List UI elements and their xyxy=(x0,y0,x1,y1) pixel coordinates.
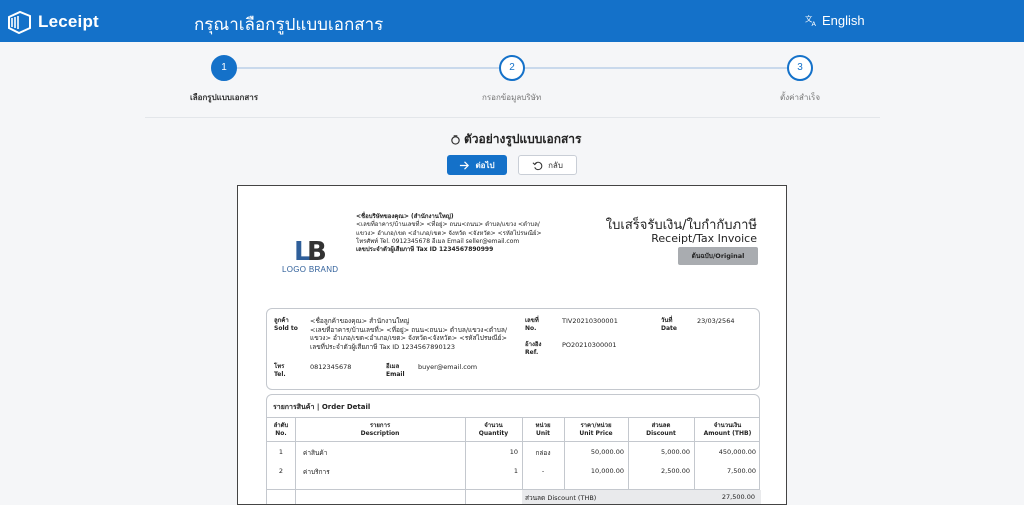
order-detail-table: รายการสินค้า | Order Detail ลำดับ No. ราย… xyxy=(266,394,761,504)
original-badge: ต้นฉบับ/Original xyxy=(678,247,758,265)
stepper-connector xyxy=(525,67,787,69)
divider xyxy=(145,117,880,118)
arrow-right-icon xyxy=(460,160,470,170)
brand-text: LOGO BRAND xyxy=(282,265,339,274)
header-amount: จำนวนเงิน Amount (THB) xyxy=(703,422,752,437)
step-3-label: ตั้งค่าสำเร็จ xyxy=(780,93,821,102)
sold-to-label: ลูกค้า Sold to xyxy=(274,317,298,332)
document-preview: L B LOGO BRAND <ชื่อบริษัทของคุณ> (สำนัก… xyxy=(237,185,787,505)
undo-icon xyxy=(532,161,543,170)
step-2-label: กรอกข้อมูลบริษัท xyxy=(482,93,542,102)
doc-date: 23/03/2564 xyxy=(697,317,735,325)
cell-amount: 450,000.00 xyxy=(718,448,756,456)
receipt-logo-icon xyxy=(8,10,31,34)
language-label: English xyxy=(822,13,865,28)
cell-description: ค่าสินค้า xyxy=(303,449,328,457)
cell-unit: กล่อง xyxy=(535,449,551,457)
header-unit: หน่วย Unit xyxy=(535,422,551,437)
company-contact: โทรศัพท์ Tel. 0912345678 อีเมล Email sel… xyxy=(356,237,520,245)
translate-icon: 文 A xyxy=(805,14,817,27)
buyer-info-box: ลูกค้า Sold to <ชื่อลูกค้าของคุณ> สำนักงา… xyxy=(266,308,760,390)
preview-title: ตัวอย่างรูปแบบเอกสาร xyxy=(450,130,581,149)
svg-text:B: B xyxy=(307,237,327,262)
tel-label: โทร Tel. xyxy=(274,363,286,378)
cell-discount: 5,000.00 xyxy=(661,448,690,456)
next-button[interactable]: ต่อไป xyxy=(447,155,507,175)
email-label: อีเมล Email xyxy=(386,363,405,378)
company-tax-id: เลขประจำตัวผู้เสียภาษี Tax ID 1234567890… xyxy=(356,246,494,254)
company-address: แขวง> อำเภอ/เขต <อำเภอ/เขต> จังหวัด <จัง… xyxy=(356,229,542,237)
app-logo[interactable]: Leceipt xyxy=(7,9,99,34)
buyer-email: buyer@email.com xyxy=(418,363,478,371)
header-no: ลำดับ No. xyxy=(273,422,289,437)
step-3-circle: 3 xyxy=(787,55,813,81)
svg-text:A: A xyxy=(812,20,817,27)
back-button[interactable]: กลับ xyxy=(518,155,577,175)
doc-no: TIV20210300001 xyxy=(562,317,618,325)
header-discount: ส่วนลด Discount xyxy=(646,422,676,437)
buyer-address: <ชื่อลูกค้าของคุณ> สำนักงานใหญ่ <เลขที่อ… xyxy=(310,317,508,351)
order-title: รายการสินค้า | Order Detail xyxy=(273,403,371,411)
step-1-circle: 1 xyxy=(211,55,237,81)
cell-quantity: 1 xyxy=(513,467,518,475)
step-1-label: เลือกรูปแบบเอกสาร xyxy=(190,93,259,102)
cell-description: ค่าบริการ xyxy=(303,468,330,476)
buyer-tel: 0812345678 xyxy=(310,363,352,371)
summary-value: 27,500.00 xyxy=(721,493,755,501)
cell-unit: - xyxy=(541,467,545,475)
language-switcher[interactable]: 文 A English xyxy=(805,13,865,28)
header-quantity: จำนวน Quantity xyxy=(478,422,509,437)
top-bar: Leceipt กรุณาเลือกรูปแบบเอกสาร 文 A Engli… xyxy=(0,0,1024,42)
document-title-en: Receipt/Tax Invoice xyxy=(651,232,757,245)
page-title: กรุณาเลือกรูปแบบเอกสาร xyxy=(194,15,384,35)
summary-label: ส่วนลด Discount (THB) xyxy=(525,494,597,502)
app-name: Leceipt xyxy=(38,11,99,31)
ref-no: PO20210300001 xyxy=(562,341,617,349)
cell-quantity: 10 xyxy=(509,448,518,456)
company-name: <ชื่อบริษัทของคุณ> (สำนักงานใหญ่) xyxy=(356,213,454,220)
company-info: <ชื่อบริษัทของคุณ> (สำนักงานใหญ่) <เลขที… xyxy=(356,213,566,254)
company-address: <เลขที่อาคาร/บ้านเลขที่> <ที่อยู่> ถนน<ถ… xyxy=(356,221,540,229)
divider xyxy=(267,441,759,442)
ref-label: อ้างอิง Ref. xyxy=(525,341,542,356)
cell-no: 1 xyxy=(278,448,284,456)
stepper-connector xyxy=(237,67,499,69)
cell-amount: 7,500.00 xyxy=(727,467,756,475)
cell-discount: 2,500.00 xyxy=(661,467,690,475)
cell-unit-price: 10,000.00 xyxy=(590,467,624,475)
header-description: รายการ Description xyxy=(360,422,400,437)
brand-logo-icon: L B xyxy=(294,237,327,262)
cell-no: 2 xyxy=(278,467,284,475)
header-unit-price: ราคา/หน่วย Unit Price xyxy=(579,422,613,437)
doc-no-label: เลขที่ No. xyxy=(525,317,539,332)
document-icon xyxy=(451,135,460,145)
step-2-circle: 2 xyxy=(499,55,525,81)
cell-unit-price: 50,000.00 xyxy=(590,448,624,456)
date-label: วันที่ Date xyxy=(661,317,677,332)
divider xyxy=(267,417,759,418)
